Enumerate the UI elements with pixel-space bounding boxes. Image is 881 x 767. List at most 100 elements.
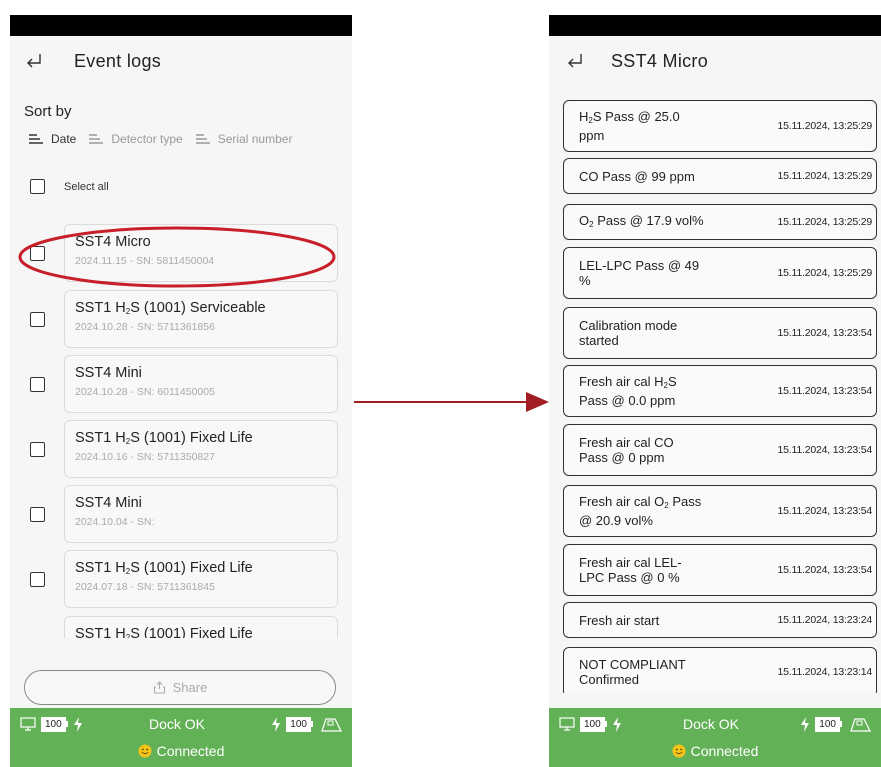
- sort-icon: [89, 134, 104, 144]
- device-card[interactable]: SST4 Micro 2024.11.15 - SN: 5811450004: [64, 224, 338, 282]
- device-card[interactable]: SST1 H2S (1001) Serviceable 2024.10.28 -…: [64, 290, 338, 348]
- device-subtitle: 2024.10.28 - SN: 6011450005: [75, 386, 215, 398]
- device-checkbox[interactable]: [30, 312, 45, 327]
- share-icon: [153, 681, 165, 694]
- battery-level: 100: [41, 716, 66, 732]
- log-list[interactable]: H2S Pass @ 25.0 ppm 15.11.2024, 13:25:29 …: [549, 87, 881, 693]
- log-entry[interactable]: Fresh air cal H2S Pass @ 0.0 ppm 15.11.20…: [563, 365, 877, 417]
- log-timestamp: 15.11.2024, 13:25:29: [777, 120, 873, 132]
- header: Event logs: [10, 36, 352, 86]
- share-button[interactable]: Share: [24, 670, 336, 705]
- sort-option-label: Detector type: [111, 132, 183, 146]
- device-name: SST1 H2S (1001) Fixed Life: [75, 626, 253, 638]
- device-checkbox[interactable]: [30, 377, 45, 392]
- dock-status: Dock OK: [148, 716, 205, 732]
- log-entry[interactable]: O2 Pass @ 17.9 vol% 15.11.2024, 13:25:29: [563, 204, 877, 240]
- header: SST4 Micro: [549, 36, 881, 86]
- list-item: SST1 H2S (1001) Serviceable 2024.10.28 -…: [10, 290, 352, 348]
- log-text: Fresh air cal O2 Pass @ 20.9 vol%: [579, 494, 702, 528]
- gas-detector-icon: [321, 717, 342, 732]
- share-label: Share: [172, 680, 208, 695]
- device-name: SST4 Mini: [75, 495, 142, 511]
- gas-detector-icon: [850, 717, 871, 732]
- list-item: SST1 H2S (1001) Fixed Life: [10, 616, 352, 638]
- log-text: Fresh air cal H2S Pass @ 0.0 ppm: [579, 374, 677, 408]
- device-name: SST1 H2S (1001) Fixed Life: [75, 430, 253, 446]
- monitor-icon: [559, 717, 575, 731]
- device-card[interactable]: SST1 H2S (1001) Fixed Life: [64, 616, 338, 638]
- device-checkbox[interactable]: [30, 507, 45, 522]
- page-title: SST4 Micro: [611, 50, 709, 71]
- battery-level: 100: [580, 716, 605, 732]
- charging-bolt-icon: [612, 716, 621, 732]
- device-battery: 100: [815, 716, 842, 732]
- sort-option-serial-number[interactable]: Serial number: [195, 132, 293, 146]
- log-text: H2S Pass @ 25.0 ppm: [579, 109, 680, 143]
- device-battery: 100: [286, 716, 313, 732]
- smiley-icon: [672, 744, 686, 758]
- battery-level: 100: [286, 716, 311, 732]
- log-timestamp: 15.11.2024, 13:23:54: [777, 327, 873, 339]
- sort-option-detector-type[interactable]: Detector type: [88, 132, 183, 146]
- device-card[interactable]: SST1 H2S (1001) Fixed Life 2024.07.18 - …: [64, 550, 338, 608]
- dock-battery: 100: [41, 716, 68, 732]
- transition-arrow: [354, 392, 549, 412]
- status-bar: [549, 15, 881, 36]
- log-entry[interactable]: Fresh air cal LEL- LPC Pass @ 0 % 15.11.2…: [563, 544, 877, 596]
- select-all[interactable]: Select all: [30, 179, 352, 194]
- device-card[interactable]: SST4 Mini 2024.10.04 - SN:: [64, 485, 338, 543]
- charging-bolt-icon: [73, 716, 82, 732]
- device-subtitle: 2024.10.28 - SN: 5711361856: [75, 321, 215, 333]
- select-all-label: Select all: [64, 180, 109, 193]
- log-timestamp: 15.11.2024, 13:23:54: [777, 385, 873, 397]
- log-timestamp: 15.11.2024, 13:25:29: [777, 267, 873, 279]
- log-entry[interactable]: Calibration mode started 15.11.2024, 13:2…: [563, 307, 877, 359]
- log-entry[interactable]: NOT COMPLIANT Confirmed 15.11.2024, 13:23…: [563, 647, 877, 693]
- list-item: SST1 H2S (1001) Fixed Life 2024.07.18 - …: [10, 550, 352, 608]
- list-item: SST4 Mini 2024.10.28 - SN: 6011450005: [10, 355, 352, 413]
- log-entry[interactable]: H2S Pass @ 25.0 ppm 15.11.2024, 13:25:29: [563, 100, 877, 152]
- sort-options: Date Detector type Serial number: [28, 132, 352, 146]
- smiley-icon: [138, 744, 152, 758]
- back-arrow-icon[interactable]: [24, 50, 46, 72]
- log-entry[interactable]: Fresh air cal CO Pass @ 0 ppm 15.11.2024,…: [563, 424, 877, 476]
- sort-by-label: Sort by: [24, 103, 72, 120]
- device-name: SST1 H2S (1001) Fixed Life: [75, 560, 253, 576]
- device-card[interactable]: SST1 H2S (1001) Fixed Life 2024.10.16 - …: [64, 420, 338, 478]
- log-entry[interactable]: CO Pass @ 99 ppm 15.11.2024, 13:25:29: [563, 158, 877, 194]
- sort-option-date[interactable]: Date: [28, 132, 76, 146]
- list-item: SST4 Mini 2024.10.04 - SN:: [10, 485, 352, 543]
- battery-level: 100: [815, 716, 840, 732]
- device-name: SST1 H2S (1001) Serviceable: [75, 300, 266, 316]
- back-arrow-icon[interactable]: [565, 50, 587, 72]
- device-checkbox[interactable]: [30, 442, 45, 457]
- list-item: SST4 Micro 2024.11.15 - SN: 5811450004: [10, 224, 352, 282]
- device-name: SST4 Micro: [75, 234, 151, 250]
- device-subtitle: 2024.07.18 - SN: 5711361845: [75, 581, 215, 593]
- connection-label: Connected: [690, 743, 759, 759]
- select-all-checkbox[interactable]: [30, 179, 45, 194]
- device-checkbox[interactable]: [30, 572, 45, 587]
- charging-bolt-icon: [272, 716, 281, 732]
- log-text: Fresh air cal LEL- LPC Pass @ 0 %: [579, 555, 682, 585]
- connection-label: Connected: [156, 743, 225, 759]
- sort-option-label: Serial number: [217, 132, 293, 146]
- monitor-icon: [20, 717, 36, 731]
- dock-footer: 100 Dock OK 100 Connected: [10, 708, 352, 767]
- log-entry[interactable]: LEL-LPC Pass @ 49% 15.11.2024, 13:25:29: [563, 247, 877, 299]
- device-card[interactable]: SST4 Mini 2024.10.28 - SN: 6011450005: [64, 355, 338, 413]
- device-subtitle: 2024.11.15 - SN: 5811450004: [75, 255, 215, 267]
- event-logs-screen: Event logs Sort by Date Detector type Se…: [10, 15, 352, 767]
- device-checkbox[interactable]: [30, 246, 45, 261]
- log-timestamp: 15.11.2024, 13:23:24: [777, 614, 873, 626]
- log-entry[interactable]: Fresh air cal O2 Pass @ 20.9 vol% 15.11.2…: [563, 485, 877, 537]
- device-list[interactable]: SST4 Micro 2024.11.15 - SN: 5811450004 S…: [10, 224, 352, 638]
- log-timestamp: 15.11.2024, 13:25:29: [777, 170, 873, 182]
- log-entry[interactable]: Fresh air start 15.11.2024, 13:23:24: [563, 602, 877, 638]
- log-text: NOT COMPLIANT Confirmed: [579, 657, 686, 687]
- page-title: Event logs: [74, 50, 162, 71]
- log-text: LEL-LPC Pass @ 49%: [579, 258, 700, 288]
- sort-icon: [29, 134, 43, 144]
- device-log-screen: SST4 Micro H2S Pass @ 25.0 ppm 15.11.2024…: [549, 15, 881, 767]
- charging-bolt-icon: [801, 716, 810, 732]
